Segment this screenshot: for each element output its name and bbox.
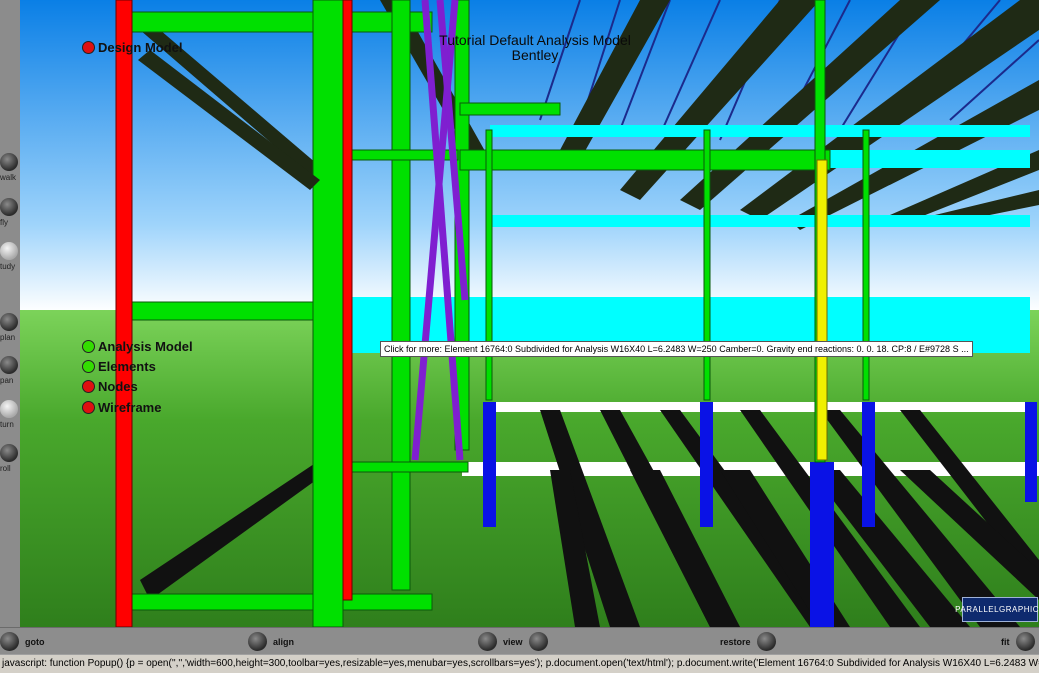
toggle-label: Analysis Model: [98, 338, 193, 354]
design-model-indicator: [82, 40, 95, 54]
goto-icon: [0, 632, 19, 651]
walk-icon: [0, 153, 18, 171]
3d-viewport[interactable]: Tutorial Default Analysis Model Bentley …: [20, 0, 1039, 627]
view-label: view: [503, 636, 523, 647]
fit-button[interactable]: fit: [995, 628, 1035, 655]
turn-button[interactable]: turn: [0, 400, 20, 438]
study-button[interactable]: study: [0, 242, 20, 280]
roll-icon: [0, 444, 18, 462]
analysis-model-indicator: [82, 339, 95, 353]
roll-button[interactable]: roll: [0, 444, 20, 482]
model-title-line2: Bentley: [511, 47, 559, 63]
pan-button[interactable]: pan: [0, 356, 20, 394]
turn-label: turn: [0, 420, 14, 429]
toggle-analysis-model[interactable]: Analysis Model: [82, 337, 193, 355]
element-tooltip: Click for more: Element 16764:0 Subdivid…: [380, 341, 973, 357]
toggle-label: Wireframe: [98, 399, 162, 415]
fit-icon: [1015, 632, 1035, 651]
structural-model-scene[interactable]: [20, 0, 1039, 627]
toggle-design-model[interactable]: Design Model: [82, 38, 183, 56]
parallelgraphics-logo: PARALLELGRAPHICS: [955, 597, 1039, 622]
fly-icon: [0, 198, 18, 216]
plan-label: plan: [0, 333, 16, 342]
vrml-viewer-app: Tutorial Default Analysis Model Bentley …: [0, 0, 1039, 673]
goto-label: goto: [25, 636, 45, 647]
align-button[interactable]: align: [248, 628, 300, 655]
status-bar: javascript: function Popup() {p = open('…: [0, 654, 1039, 673]
next-view-icon[interactable]: [528, 632, 548, 651]
model-title-line1: Tutorial Default Analysis Model: [439, 32, 631, 48]
roll-label: roll: [0, 464, 11, 473]
restore-icon: [756, 632, 776, 651]
previous-view-icon[interactable]: [478, 632, 497, 651]
restore-button[interactable]: restore: [714, 628, 776, 655]
goto-button[interactable]: goto: [0, 628, 51, 655]
plan-icon: [0, 313, 18, 331]
toggle-label: Nodes: [98, 378, 138, 394]
fly-label: fly: [0, 218, 8, 227]
wireframe-indicator: [82, 400, 95, 414]
align-icon: [248, 632, 267, 651]
yellow-column: [816, 159, 828, 461]
fly-button[interactable]: fly: [0, 198, 20, 236]
pan-label: pan: [0, 376, 14, 385]
nodes-indicator: [82, 379, 95, 393]
toggle-label: Elements: [98, 358, 156, 374]
elements-indicator: [82, 359, 95, 373]
model-title: Tutorial Default Analysis Model Bentley: [420, 33, 650, 63]
toggle-elements[interactable]: Elements: [82, 357, 156, 375]
toggle-nodes[interactable]: Nodes: [82, 377, 138, 395]
restore-label: restore: [720, 636, 751, 647]
study-label: study: [0, 262, 16, 271]
plan-button[interactable]: plan: [0, 313, 20, 351]
align-label: align: [273, 636, 295, 647]
walk-button[interactable]: walk: [0, 153, 20, 191]
view-button[interactable]: view: [478, 628, 548, 655]
turn-icon: [0, 400, 18, 418]
toggle-wireframe[interactable]: Wireframe: [82, 398, 161, 416]
walk-label: walk: [0, 173, 17, 182]
study-icon: [0, 242, 18, 260]
navigation-toolbar: walk fly study plan pan turn roll: [0, 0, 20, 627]
toggle-label: Design Model: [98, 39, 183, 55]
viewer-control-bar: goto align view restore fit: [0, 627, 1039, 655]
fit-label: fit: [1001, 636, 1010, 647]
pan-icon: [0, 356, 18, 374]
